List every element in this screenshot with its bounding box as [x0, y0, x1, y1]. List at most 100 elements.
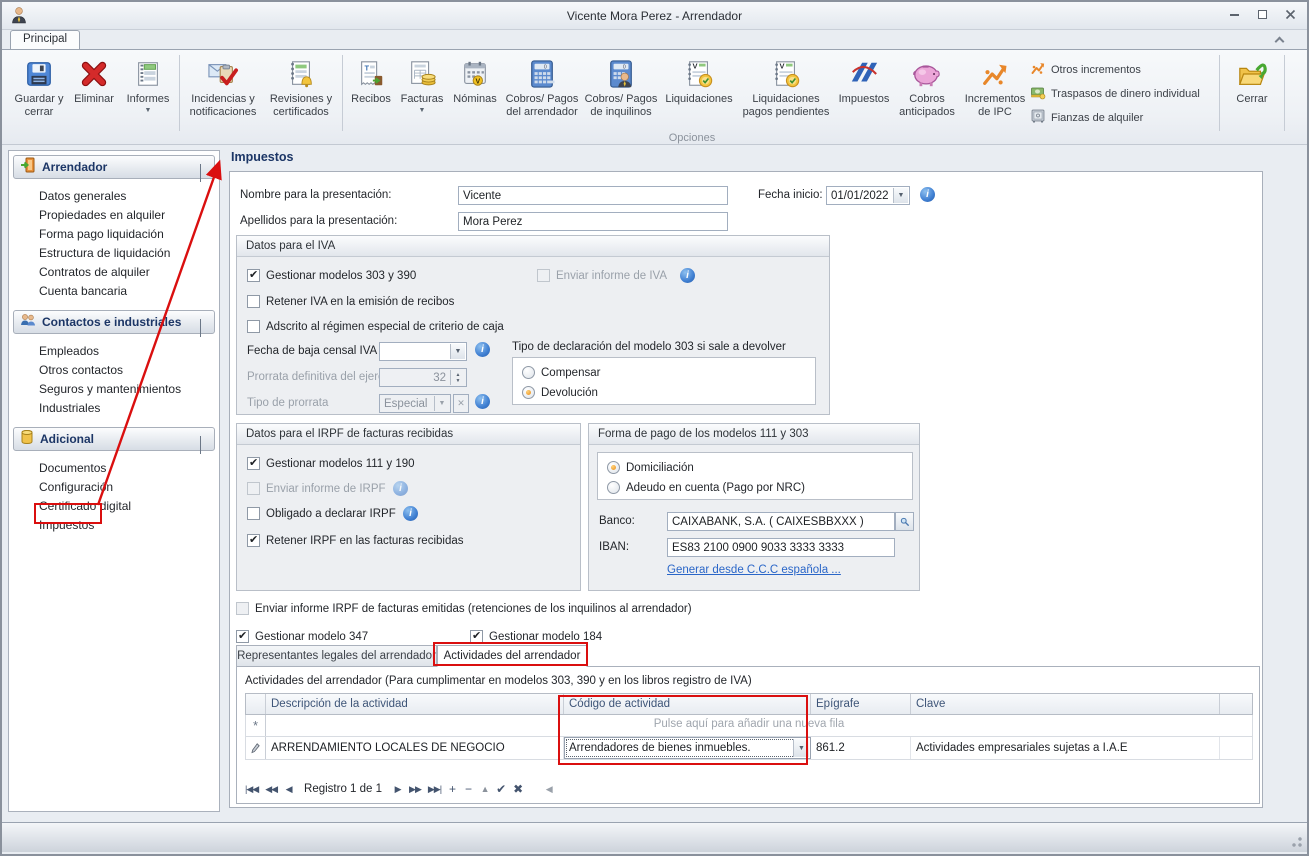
sidebar-item-cuenta-bancaria[interactable]: Cuenta bancaria	[39, 284, 127, 298]
grid-data-row[interactable]: ARRENDAMIENTO LOCALES DE NEGOCIO Arrenda…	[245, 737, 1253, 760]
scroll-left-arrow[interactable]: ◀	[542, 781, 555, 797]
new-row-placeholder[interactable]: Pulse aquí para añadir una nueva fila	[246, 718, 1252, 730]
sidebar-item-contratos[interactable]: Contratos de alquiler	[39, 265, 150, 279]
tab-principal[interactable]: Principal	[10, 30, 81, 49]
individual-money-transfer-button[interactable]: Traspasos de dinero individual	[1030, 84, 1216, 103]
sidebar-section-adicional[interactable]: Adicional	[13, 427, 215, 454]
obligado-irpf-checkbox[interactable]	[247, 507, 260, 520]
resize-grip[interactable]	[1289, 834, 1303, 848]
sidebar-item-datos-generales[interactable]: Datos generales	[39, 189, 126, 203]
other-increases-button[interactable]: Otros incrementos	[1030, 60, 1216, 79]
modelo-347-checkbox[interactable]: ✔	[236, 630, 249, 643]
nav-edit-button[interactable]: ▲	[478, 781, 491, 797]
nav-prev-button[interactable]: ◀	[282, 781, 295, 797]
advance-collections-button[interactable]: Cobros anticipados	[894, 53, 960, 131]
ribbon-collapse-button[interactable]	[1273, 36, 1285, 47]
landlord-payments-button[interactable]: 0 Cobros/ Pagos del arrendador	[502, 53, 582, 131]
tab-representantes[interactable]: Representantes legales del arrendador	[236, 645, 437, 667]
sidebar-item-propiedades[interactable]: Propiedades en alquiler	[39, 208, 165, 222]
nav-add-button[interactable]: +	[446, 781, 459, 797]
apellidos-input[interactable]: Mora Perez	[458, 212, 728, 231]
save-close-button[interactable]: Guardar y cerrar	[10, 53, 68, 131]
nav-first-button[interactable]: |◀◀	[243, 781, 260, 797]
sidebar-item-documentos[interactable]: Documentos	[39, 461, 106, 475]
info-icon[interactable]: i	[403, 506, 418, 521]
calculator-person-icon: 0	[607, 57, 635, 91]
nav-cancel-button[interactable]: ✖	[511, 781, 525, 797]
sidebar-section-arrendador[interactable]: Arrendador	[13, 155, 215, 182]
dropdown-arrow-icon[interactable]: ▼	[450, 344, 465, 359]
sidebar-item-estructura[interactable]: Estructura de liquidación	[39, 246, 170, 260]
nav-next-button[interactable]: ▶	[391, 781, 404, 797]
sidebar-item-empleados[interactable]: Empleados	[39, 344, 99, 358]
reports-button[interactable]: Informes ▼	[120, 53, 176, 131]
dropdown-arrow-icon[interactable]: ▼	[893, 188, 908, 203]
nav-last-button[interactable]: ▶▶|	[426, 781, 443, 797]
calendar-icon: V	[460, 57, 490, 91]
nav-next-page-button[interactable]: ▶▶	[407, 781, 423, 797]
cell-descripcion[interactable]: ARRENDAMIENTO LOCALES DE NEGOCIO	[266, 737, 564, 759]
sidebar-section-contactos[interactable]: Contactos e industriales	[13, 310, 215, 337]
iban-input[interactable]: ES83 2100 0900 9033 3333 3333	[667, 538, 895, 557]
rental-deposits-button[interactable]: Fianzas de alquiler	[1030, 108, 1216, 127]
settlements-button[interactable]: V Liquidaciones	[660, 53, 738, 131]
info-icon[interactable]: i	[920, 187, 935, 202]
cell-clave[interactable]: Actividades empresariales sujetas a I.A.…	[911, 737, 1220, 759]
sidebar-item-impuestos[interactable]: Impuestos	[39, 518, 94, 532]
gestionar-303-390-checkbox[interactable]: ✔	[247, 269, 260, 282]
nav-remove-button[interactable]: −	[462, 781, 475, 797]
nav-prev-page-button[interactable]: ◀◀	[263, 781, 279, 797]
modelo-184-checkbox[interactable]: ✔	[470, 630, 483, 643]
info-icon[interactable]: i	[475, 394, 490, 409]
sidebar-item-configuracion[interactable]: Configuración	[39, 480, 113, 494]
info-icon[interactable]: i	[680, 268, 695, 283]
payroll-button[interactable]: V Nóminas	[448, 53, 502, 131]
revisions-certificates-button[interactable]: Revisiones y certificados	[263, 53, 339, 131]
grid-new-row[interactable]: * Pulse aquí para añadir una nueva fila	[245, 715, 1253, 737]
invoices-button[interactable]: Facturas ▼	[396, 53, 448, 131]
adscrito-caja-checkbox[interactable]	[247, 320, 260, 333]
nav-ok-button[interactable]: ✔	[494, 781, 508, 797]
tenant-payments-button[interactable]: 0 Cobros/ Pagos de inquilinos	[582, 53, 660, 131]
dropdown-arrow-icon[interactable]: ▼	[793, 739, 809, 757]
gestionar-111-190-checkbox[interactable]: ✔	[247, 457, 260, 470]
incidents-notifications-button[interactable]: Incidencias y notificaciones	[183, 53, 263, 131]
generar-ccc-link[interactable]: Generar desde C.C.C española ...	[667, 564, 841, 576]
sidebar-item-certificado[interactable]: Certificado digital	[39, 499, 131, 513]
cell-epigrafe[interactable]: 861.2	[811, 737, 911, 759]
informe-emitidas-checkbox[interactable]	[236, 602, 249, 615]
tab-actividades[interactable]: Actividades del arrendador	[437, 645, 587, 667]
grid-header-descripcion[interactable]: Descripción de la actividad	[266, 694, 564, 714]
sidebar-item-industriales[interactable]: Industriales	[39, 401, 100, 415]
banco-search-button[interactable]	[895, 512, 914, 531]
grid-header-clave[interactable]: Clave	[911, 694, 1220, 714]
close-window-button[interactable]	[1283, 8, 1297, 21]
close-form-button[interactable]: Cerrar	[1223, 53, 1281, 131]
restore-button[interactable]	[1255, 8, 1269, 21]
compensar-radio[interactable]	[522, 366, 535, 379]
cell-codigo-combo[interactable]: Arrendadores de bienes inmuebles. ▼	[564, 737, 811, 759]
info-icon[interactable]: i	[475, 342, 490, 357]
banco-input[interactable]: CAIXABANK, S.A. ( CAIXESBBXXX )	[667, 512, 895, 531]
sidebar-item-otros-contactos[interactable]: Otros contactos	[39, 363, 123, 377]
sidebar-item-seguros[interactable]: Seguros y mantenimientos	[39, 382, 181, 396]
delete-button[interactable]: Eliminar	[68, 53, 120, 131]
retener-iva-checkbox[interactable]	[247, 295, 260, 308]
domiciliacion-radio[interactable]	[607, 461, 620, 474]
retener-irpf-checkbox[interactable]: ✔	[247, 534, 260, 547]
devolucion-radio[interactable]	[522, 386, 535, 399]
fecha-inicio-combo[interactable]: 01/01/2022 ▼	[826, 186, 910, 205]
info-icon[interactable]: i	[393, 481, 408, 496]
sidebar-item-forma-pago[interactable]: Forma pago liquidación	[39, 227, 164, 241]
grid-header-epigrafe[interactable]: Epígrafe	[811, 694, 911, 714]
grid-header-codigo[interactable]: Código de actividad	[564, 694, 811, 714]
fecha-baja-combo[interactable]: ▼	[379, 342, 467, 361]
nombre-input[interactable]: Vicente	[458, 186, 728, 205]
ipc-increases-button[interactable]: Incrementos de IPC	[960, 53, 1030, 131]
minimize-button[interactable]	[1227, 8, 1241, 21]
adeudo-radio[interactable]	[607, 481, 620, 494]
record-navigator: |◀◀ ◀◀ ◀ Registro 1 de 1 ▶ ▶▶ ▶▶| + − ▲ …	[243, 781, 555, 797]
receipts-button[interactable]: T Recibos	[346, 53, 396, 131]
pending-settlements-button[interactable]: V Liquidaciones pagos pendientes	[738, 53, 834, 131]
taxes-button[interactable]: Impuestos	[834, 53, 894, 131]
